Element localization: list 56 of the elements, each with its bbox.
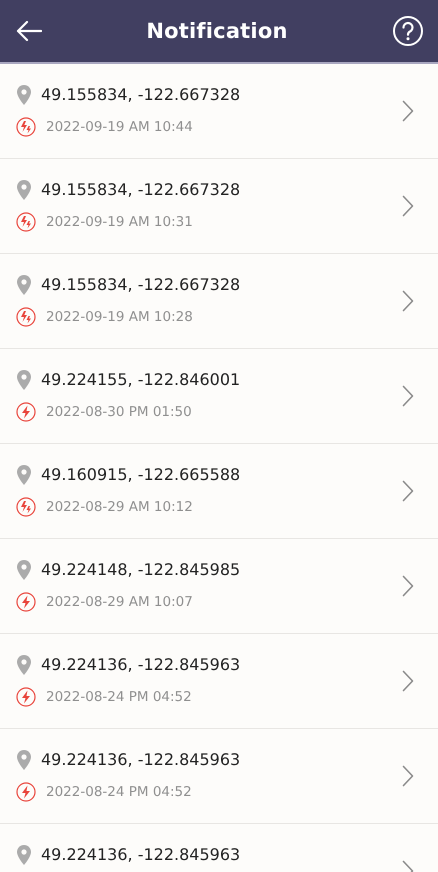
chevron-right-icon	[402, 385, 414, 407]
timestamp-text: 2022-08-29 AM 10:12	[46, 499, 193, 515]
notification-item[interactable]: 49.160915, -122.665588 2022-08-29 AM 10:12	[0, 444, 438, 539]
location-pin-icon	[17, 275, 31, 295]
bolt-icon	[16, 592, 36, 612]
coordinates-text: 49.224136, -122.845963	[41, 750, 240, 770]
timestamp-text: 2022-08-24 PM 04:52	[46, 784, 192, 800]
back-arrow-icon	[16, 20, 42, 42]
notification-item[interactable]: 49.155834, -122.667328 2022-09-19 AM 10:28	[0, 254, 438, 349]
coordinates-text: 49.224155, -122.846001	[41, 370, 240, 390]
bolt-icon	[16, 687, 36, 707]
help-button[interactable]	[392, 15, 424, 47]
timestamp-text: 2022-08-30 PM 01:50	[46, 404, 192, 420]
location-pin-icon	[17, 180, 31, 200]
coordinates-text: 49.224136, -122.845963	[41, 655, 240, 675]
location-pin-icon	[17, 560, 31, 580]
location-pin-icon	[17, 370, 31, 390]
location-pin-icon	[17, 85, 31, 105]
screen-title: Notification	[146, 19, 288, 43]
coordinates-text: 49.155834, -122.667328	[41, 275, 240, 295]
notification-item[interactable]: 49.224136, -122.845963 2022-08-24 PM 04:52	[0, 634, 438, 729]
help-icon	[392, 15, 424, 47]
back-button[interactable]	[16, 20, 42, 42]
coordinates-text: 49.224148, -122.845985	[41, 560, 240, 580]
location-pin-icon	[17, 750, 31, 770]
chevron-right-icon	[402, 670, 414, 692]
notification-item[interactable]: 49.224136, -122.845963 2022-08-24 PM 04:52	[0, 729, 438, 824]
coordinates-text: 49.224136, -122.845963	[41, 845, 240, 865]
chevron-right-icon	[402, 765, 414, 787]
double-bolt-icon	[16, 117, 36, 137]
notification-item[interactable]: 49.224155, -122.846001 2022-08-30 PM 01:50	[0, 349, 438, 444]
notification-item[interactable]: 49.224136, -122.845963	[0, 824, 438, 872]
coordinates-text: 49.155834, -122.667328	[41, 85, 240, 105]
coordinates-text: 49.160915, -122.665588	[41, 465, 240, 485]
timestamp-text: 2022-09-19 AM 10:31	[46, 214, 193, 230]
location-pin-icon	[17, 465, 31, 485]
timestamp-text: 2022-09-19 AM 10:44	[46, 119, 193, 135]
chevron-right-icon	[402, 480, 414, 502]
bolt-icon	[16, 402, 36, 422]
double-bolt-icon	[16, 497, 36, 517]
timestamp-text: 2022-08-24 PM 04:52	[46, 689, 192, 705]
notification-item[interactable]: 49.155834, -122.667328 2022-09-19 AM 10:31	[0, 159, 438, 254]
chevron-right-icon	[402, 100, 414, 122]
double-bolt-icon	[16, 307, 36, 327]
bolt-icon	[16, 782, 36, 802]
location-pin-icon	[17, 845, 31, 865]
double-bolt-icon	[16, 212, 36, 232]
timestamp-text: 2022-08-29 AM 10:07	[46, 594, 193, 610]
timestamp-text: 2022-09-19 AM 10:28	[46, 309, 193, 325]
chevron-right-icon	[402, 575, 414, 597]
chevron-right-icon	[402, 290, 414, 312]
location-pin-icon	[17, 655, 31, 675]
notification-item[interactable]: 49.155834, -122.667328 2022-09-19 AM 10:44	[0, 64, 438, 159]
chevron-right-icon	[402, 195, 414, 217]
notification-item[interactable]: 49.224148, -122.845985 2022-08-29 AM 10:07	[0, 539, 438, 634]
coordinates-text: 49.155834, -122.667328	[41, 180, 240, 200]
